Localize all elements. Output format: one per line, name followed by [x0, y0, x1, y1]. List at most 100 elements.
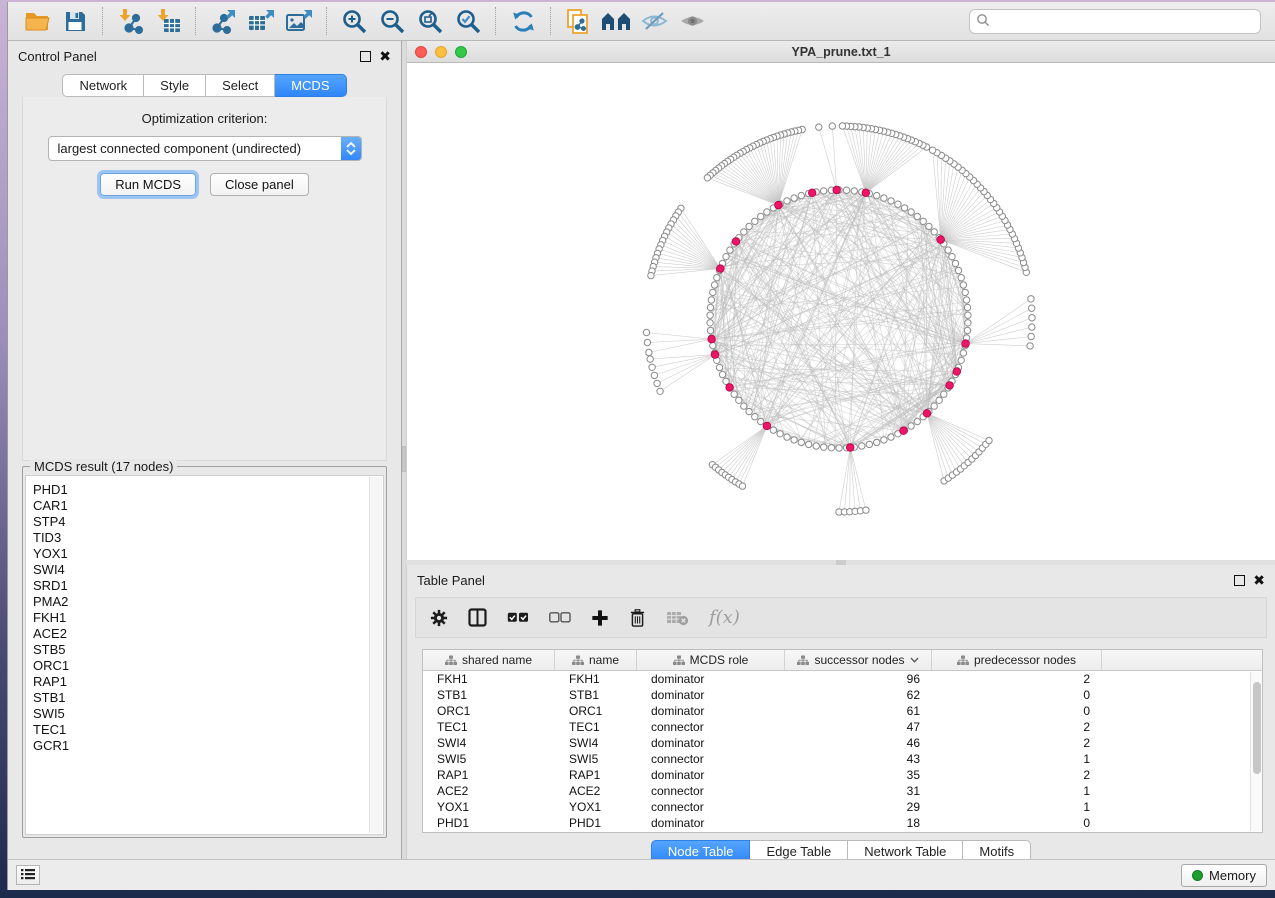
- close-table-panel-button[interactable]: ✖: [1253, 573, 1265, 587]
- cell-successors: 61: [785, 703, 932, 719]
- memory-button[interactable]: Memory: [1181, 864, 1267, 887]
- toggle-column-display-icon[interactable]: [468, 608, 487, 627]
- mcds-result-item[interactable]: GCR1: [33, 738, 383, 754]
- column-header-shared-name[interactable]: shared name: [423, 650, 555, 670]
- table-row[interactable]: ACE2ACE2connector311: [423, 783, 1262, 799]
- search-icon: [976, 13, 990, 30]
- deselect-all-rows-icon[interactable]: [549, 612, 571, 623]
- node-table: shared namenameMCDS rolesuccessor nodesp…: [422, 649, 1263, 833]
- column-header-name[interactable]: name: [555, 650, 637, 670]
- table-row[interactable]: TEC1TEC1connector472: [423, 719, 1262, 735]
- mcds-result-item[interactable]: SWI5: [33, 706, 383, 722]
- task-history-button[interactable]: [16, 865, 40, 885]
- table-row[interactable]: RAP1RAP1dominator352: [423, 767, 1262, 783]
- mcds-result-item[interactable]: TID3: [33, 530, 383, 546]
- close-panel-button-mcds[interactable]: Close panel: [210, 173, 309, 196]
- tab-mcds[interactable]: MCDS: [275, 74, 346, 97]
- search-input[interactable]: [990, 14, 1254, 28]
- duplicate-network-icon[interactable]: [559, 6, 597, 36]
- mcds-result-list[interactable]: PHD1CAR1STP4TID3YOX1SWI4SRD1PMA2FKH1ACE2…: [25, 475, 384, 835]
- import-table-icon[interactable]: [149, 6, 187, 36]
- export-image-icon[interactable]: [280, 6, 318, 36]
- zoom-selected-icon[interactable]: [449, 6, 487, 36]
- cell-shared_name: PHD1: [423, 815, 555, 831]
- cell-name: PHD1: [555, 815, 637, 831]
- import-network-icon[interactable]: [111, 6, 149, 36]
- horizontal-splitter[interactable]: [406, 560, 1275, 565]
- mcds-result-item[interactable]: CAR1: [33, 498, 383, 514]
- vertical-splitter-handle[interactable]: [402, 446, 406, 472]
- mcds-result-item[interactable]: ORC1: [33, 658, 383, 674]
- zoom-out-icon[interactable]: [373, 6, 411, 36]
- cell-name: YOX1: [555, 799, 637, 815]
- mcds-result-item[interactable]: PMA2: [33, 594, 383, 610]
- cell-successors: 96: [785, 671, 932, 687]
- mcds-result-item[interactable]: TEC1: [33, 722, 383, 738]
- float-panel-button[interactable]: [360, 51, 371, 62]
- cell-successors: 29: [785, 799, 932, 815]
- select-all-rows-icon[interactable]: [507, 612, 529, 623]
- cell-name: SWI5: [555, 751, 637, 767]
- delete-columns-icon[interactable]: [629, 608, 646, 628]
- toolbar-separator: [195, 7, 196, 35]
- export-network-icon[interactable]: [204, 6, 242, 36]
- mcds-result-item[interactable]: ACE2: [33, 626, 383, 642]
- tab-select[interactable]: Select: [206, 74, 275, 97]
- column-header-predecessor-nodes[interactable]: predecessor nodes: [932, 650, 1102, 670]
- mcds-result-item[interactable]: STP4: [33, 514, 383, 530]
- mcds-result-item[interactable]: FKH1: [33, 610, 383, 626]
- cell-predecessors: 0: [932, 815, 1102, 831]
- table-row[interactable]: YOX1YOX1connector291: [423, 799, 1262, 815]
- add-column-icon[interactable]: [591, 609, 609, 627]
- mcds-result-item[interactable]: SWI4: [33, 562, 383, 578]
- table-row[interactable]: SWI5SWI5connector431: [423, 751, 1262, 767]
- zoom-fit-icon[interactable]: [411, 6, 449, 36]
- column-header-MCDS-role[interactable]: MCDS role: [637, 650, 785, 670]
- mcds-result-group: MCDS result (17 nodes) PHD1CAR1STP4TID3Y…: [22, 466, 387, 838]
- save-session-icon[interactable]: [56, 6, 94, 36]
- export-table-icon[interactable]: [242, 6, 280, 36]
- network-window-titlebar[interactable]: YPA_prune.txt_1: [407, 41, 1275, 63]
- zoom-in-icon[interactable]: [335, 6, 373, 36]
- mcds-result-item[interactable]: STB1: [33, 690, 383, 706]
- show-all-icon[interactable]: [673, 6, 711, 36]
- table-panel: Table Panel ✖ f(x) shared namenameMCDS r…: [406, 565, 1275, 859]
- cell-successors: 43: [785, 751, 932, 767]
- status-bar: Memory: [8, 859, 1275, 890]
- main-toolbar: [8, 2, 1275, 41]
- mcds-result-item[interactable]: SRD1: [33, 578, 383, 594]
- open-file-icon[interactable]: [18, 6, 56, 36]
- cell-predecessors: 1: [932, 751, 1102, 767]
- horizontal-splitter-handle[interactable]: [836, 560, 846, 565]
- cell-name: STB1: [555, 687, 637, 703]
- search-box[interactable]: [969, 9, 1261, 34]
- float-table-panel-button[interactable]: [1234, 575, 1245, 586]
- vertical-splitter[interactable]: [401, 41, 406, 859]
- table-row[interactable]: ORC1ORC1dominator610: [423, 703, 1262, 719]
- optimization-criterion-select[interactable]: largest connected component (undirected): [48, 136, 362, 161]
- memory-button-label: Memory: [1209, 868, 1256, 883]
- mcds-list-scrollbar[interactable]: [369, 477, 382, 833]
- network-canvas[interactable]: [407, 63, 1275, 560]
- toolbar-separator: [495, 7, 496, 35]
- column-header-successor-nodes[interactable]: successor nodes: [785, 650, 932, 670]
- close-panel-button[interactable]: ✖: [379, 49, 391, 63]
- table-scrollbar[interactable]: [1250, 672, 1262, 831]
- first-neighbors-icon[interactable]: [597, 6, 635, 36]
- table-row[interactable]: FKH1FKH1dominator962: [423, 671, 1262, 687]
- hide-selected-icon[interactable]: [635, 6, 673, 36]
- table-options-icon[interactable]: [430, 609, 448, 627]
- mcds-result-item[interactable]: STB5: [33, 642, 383, 658]
- table-scrollbar-thumb[interactable]: [1253, 682, 1261, 774]
- mcds-result-item[interactable]: RAP1: [33, 674, 383, 690]
- application-window: Control Panel ✖ NetworkStyleSelectMCDS O…: [7, 2, 1275, 890]
- tab-style[interactable]: Style: [144, 74, 206, 97]
- table-row[interactable]: SWI4SWI4dominator462: [423, 735, 1262, 751]
- table-row[interactable]: PHD1PHD1dominator180: [423, 815, 1262, 831]
- mcds-result-item[interactable]: PHD1: [33, 482, 383, 498]
- table-row[interactable]: STB1STB1dominator620: [423, 687, 1262, 703]
- mcds-result-item[interactable]: YOX1: [33, 546, 383, 562]
- run-mcds-button[interactable]: Run MCDS: [100, 173, 196, 196]
- refresh-icon[interactable]: [504, 6, 542, 36]
- tab-network[interactable]: Network: [62, 74, 144, 97]
